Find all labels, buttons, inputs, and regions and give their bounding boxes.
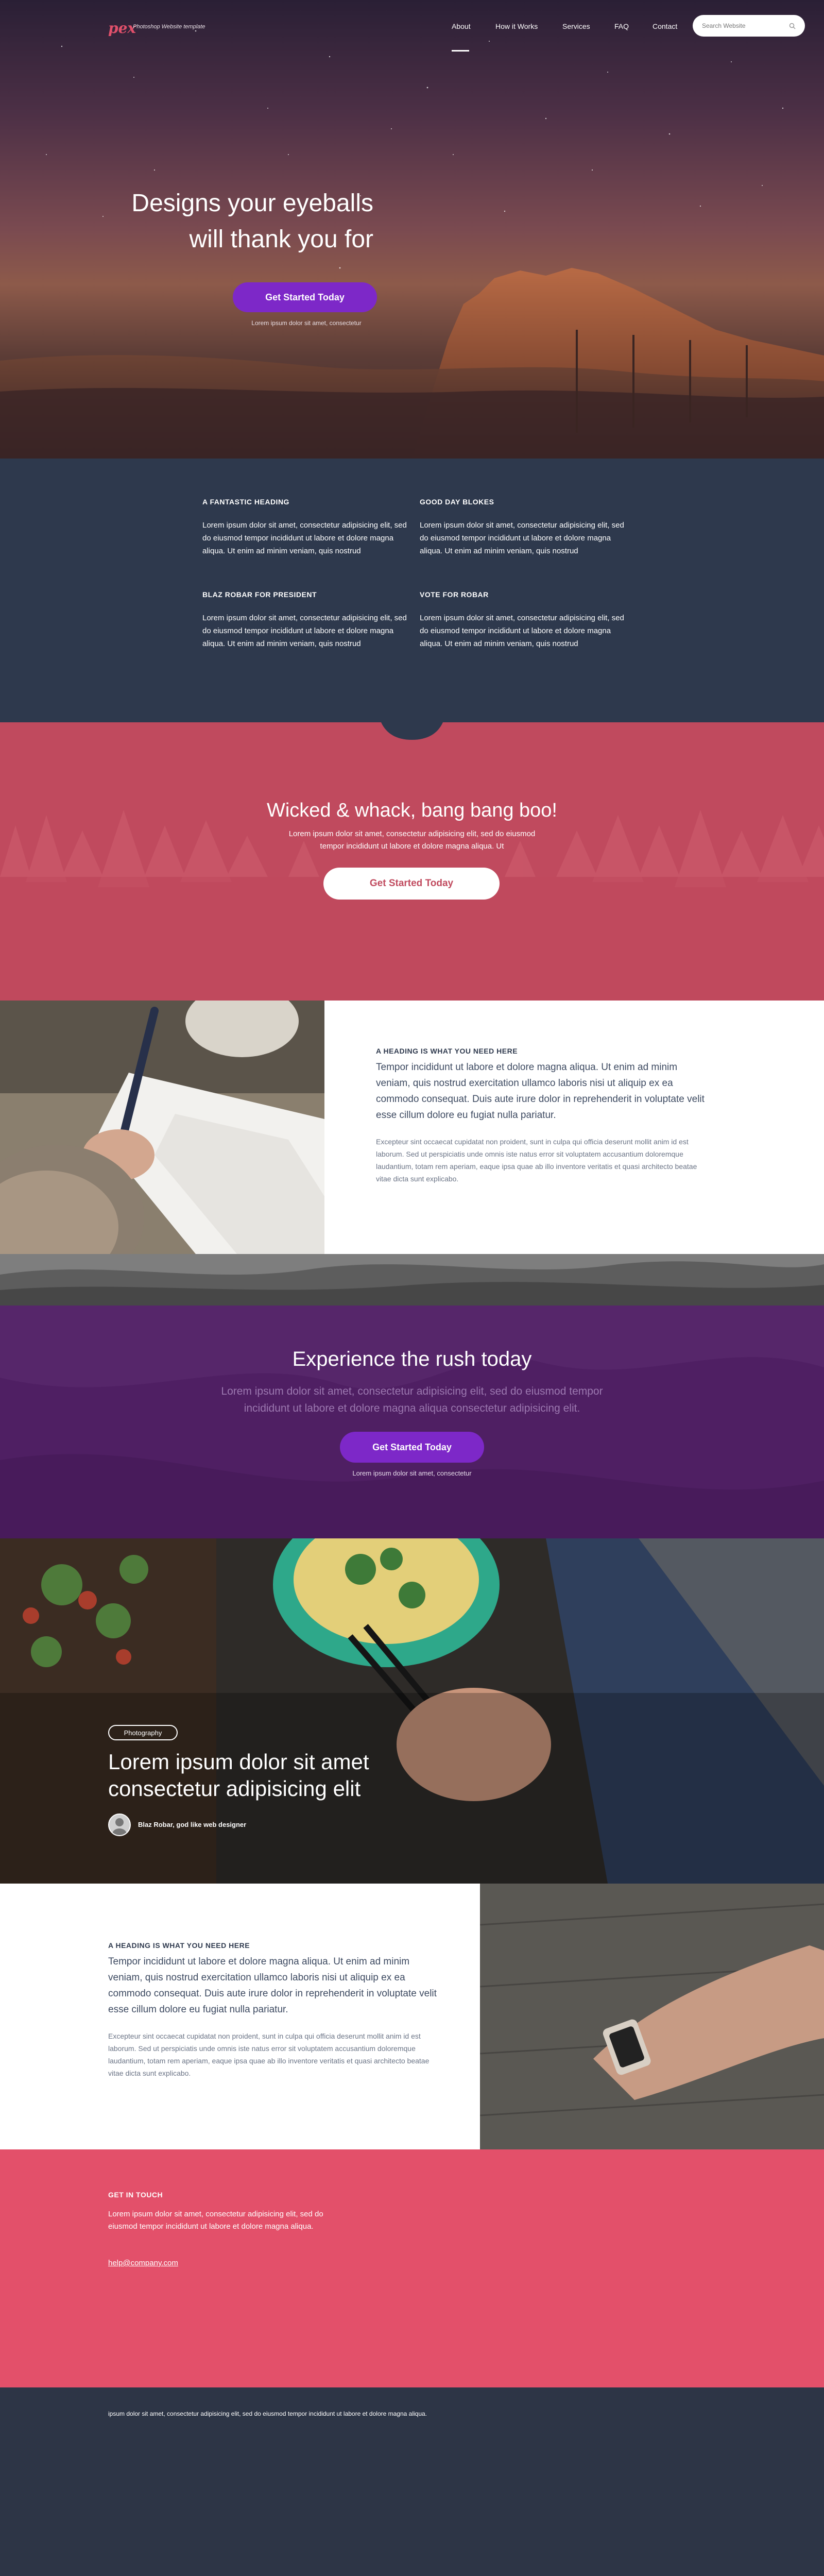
- logo[interactable]: pex: [108, 20, 136, 37]
- hero-title-line1: Designs your eyeballs: [131, 190, 373, 217]
- split1-lead-text: Tempor incididunt ut labore et dolore ma…: [376, 1062, 705, 1121]
- hero-title-line2: will thank you for: [189, 226, 374, 253]
- split2-lead-text: Tempor incididunt ut labore et dolore ma…: [108, 1956, 437, 2015]
- writing-photo: [0, 1001, 324, 1254]
- split1-heading: A HEADING IS WHAT YOU NEED HERE: [376, 1047, 518, 1055]
- logo-tagline: Photoshop Website template: [133, 24, 205, 30]
- feature-heading-4: VOTE FOR ROBAR: [420, 590, 489, 599]
- cta-red-text: Lorem ipsum dolor sit amet, consectetur …: [288, 829, 536, 851]
- forest-background: [0, 722, 824, 1001]
- purple-cta-section: Experience the rush today Lorem ipsum do…: [0, 1306, 824, 1538]
- purple-get-started-button[interactable]: Get Started Today: [340, 1432, 484, 1463]
- contact-text: Lorem ipsum dolor sit amet, consectetur …: [108, 2210, 323, 2231]
- cta-red-get-started-button[interactable]: Get Started Today: [323, 868, 500, 900]
- cta-red-title: Wicked & whack, bang bang boo!: [266, 800, 557, 821]
- contact-email-link[interactable]: help@company.com: [108, 2259, 178, 2267]
- author-name: Blaz Robar, god like web designer: [138, 1821, 247, 1828]
- author-avatar: [108, 1814, 131, 1836]
- article-title-line2: consectetur adipisicing elit: [108, 1776, 361, 1801]
- hero-title: Designs your eyeballs will thank you for: [93, 185, 373, 258]
- search-icon[interactable]: [789, 23, 796, 29]
- article-title-line1: Lorem ipsum dolor sit amet: [108, 1750, 369, 1774]
- features-section: A FANTASTIC HEADING Lorem ipsum dolor si…: [0, 459, 824, 722]
- split2-body-text: Excepteur sint occaecat cupidatat non pr…: [108, 2032, 430, 2077]
- feature-text-1: Lorem ipsum dolor sit amet, consectetur …: [202, 521, 407, 555]
- feature-heading-2: GOOD DAY BLOKES: [420, 498, 494, 506]
- hero-subtext: Lorem ipsum dolor sit amet, consectetur: [251, 319, 362, 327]
- purple-title: Experience the rush today: [292, 1348, 532, 1370]
- category-tag[interactable]: Photography: [108, 1725, 178, 1740]
- split1-body-text: Excepteur sint occaecat cupidatat non pr…: [376, 1138, 697, 1183]
- feature-text-2: Lorem ipsum dolor sit amet, consectetur …: [420, 521, 624, 555]
- nav-faq[interactable]: FAQ: [614, 22, 629, 30]
- hero-section: pex Photoshop Website template About How…: [0, 0, 824, 459]
- contact-section: GET IN TOUCH Lorem ipsum dolor sit amet,…: [0, 2149, 824, 2387]
- split2-heading: A HEADING IS WHAT YOU NEED HERE: [108, 1941, 250, 1950]
- cta-red-section: Wicked & whack, bang bang boo! Lorem ips…: [0, 722, 824, 1001]
- feature-heading-3: BLAZ ROBAR FOR PRESIDENT: [202, 590, 317, 599]
- feature-text-3: Lorem ipsum dolor sit amet, consectetur …: [202, 614, 407, 648]
- purple-mountain-background: [0, 1306, 824, 1538]
- mountain-strip-image: [0, 1254, 824, 1306]
- hero-get-started-button[interactable]: Get Started Today: [233, 282, 377, 312]
- article-title[interactable]: Lorem ipsum dolor sit amet consectetur a…: [108, 1749, 427, 1802]
- footer: ipsum dolor sit amet, consectetur adipis…: [0, 2387, 824, 2576]
- smartwatch-photo: [480, 1884, 824, 2149]
- feature-text-4: Lorem ipsum dolor sit amet, consectetur …: [420, 614, 624, 648]
- nav-active-indicator: [452, 50, 469, 52]
- nav-services[interactable]: Services: [562, 22, 590, 30]
- purple-note: Lorem ipsum dolor sit amet, consectetur: [352, 1469, 472, 1477]
- content-split-section-2: A HEADING IS WHAT YOU NEED HERE Tempor i…: [0, 1884, 824, 2149]
- nav-how-it-works[interactable]: How it Works: [495, 22, 538, 30]
- feature-heading-1: A FANTASTIC HEADING: [202, 498, 289, 506]
- nav-about[interactable]: About: [452, 22, 471, 30]
- search-box[interactable]: [693, 15, 805, 37]
- purple-text: Lorem ipsum dolor sit amet, consectetur …: [221, 1385, 603, 1414]
- search-input[interactable]: [702, 22, 784, 29]
- content-split-section-1: A HEADING IS WHAT YOU NEED HERE Tempor i…: [0, 1001, 824, 1254]
- footer-text: ipsum dolor sit amet, consectetur adipis…: [108, 2410, 427, 2417]
- nav-contact[interactable]: Contact: [653, 22, 677, 30]
- contact-heading: GET IN TOUCH: [108, 2191, 163, 2199]
- featured-article-section: Photography Lorem ipsum dolor sit amet c…: [0, 1538, 824, 1884]
